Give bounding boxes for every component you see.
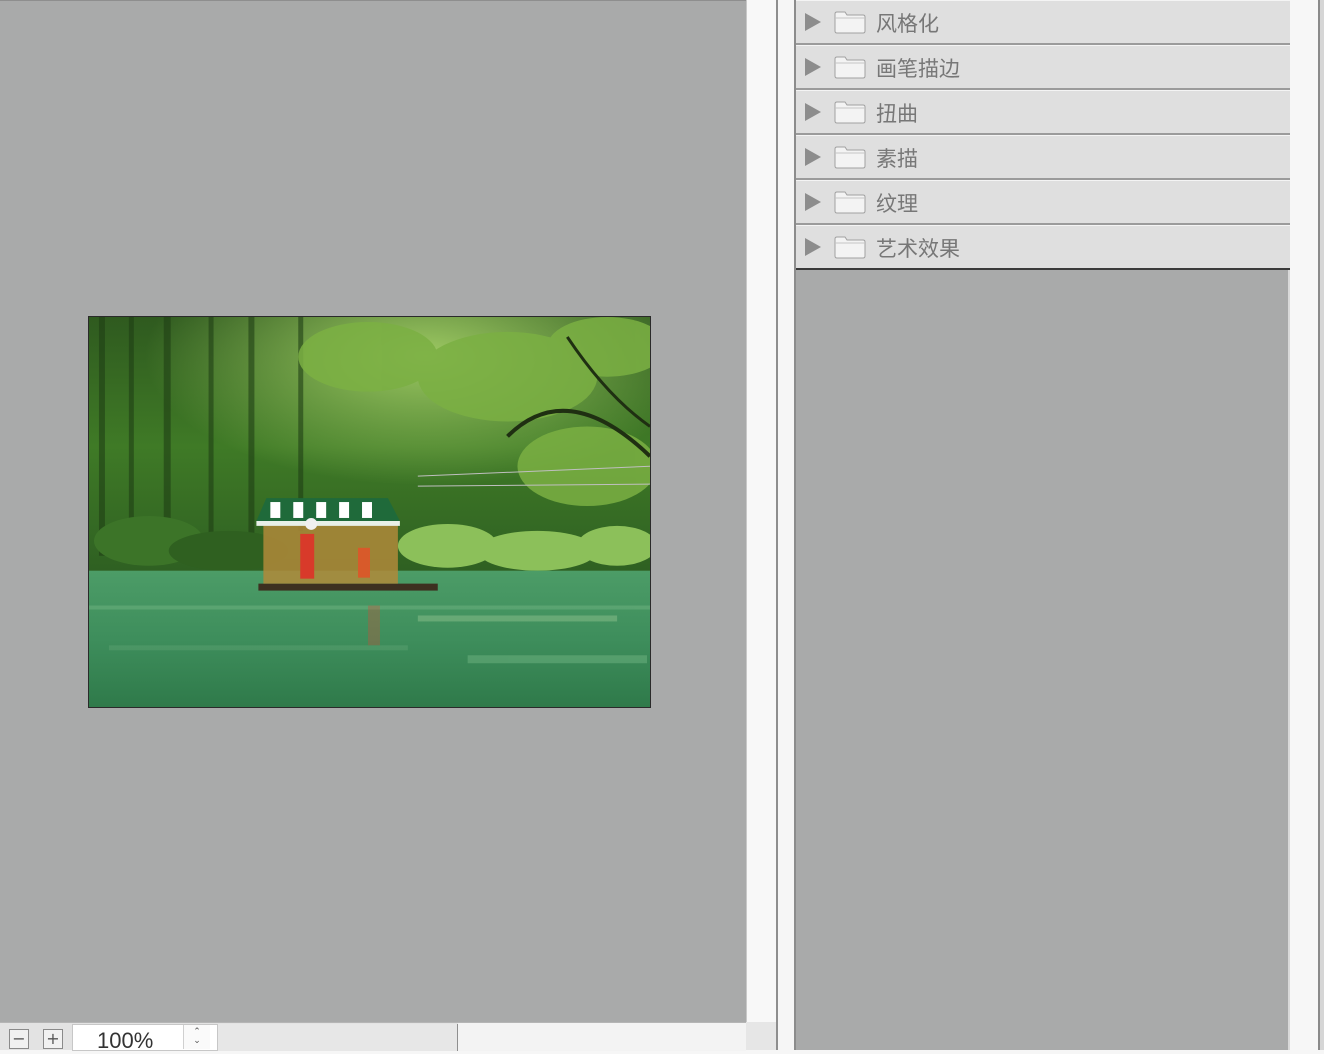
zoom-bar-empty xyxy=(458,1023,746,1051)
preview-image[interactable] xyxy=(88,316,651,708)
river-scene-image xyxy=(89,317,650,707)
folder-icon xyxy=(834,56,866,79)
right-panel-edge xyxy=(1290,0,1318,1050)
disclosure-triangle-icon[interactable] xyxy=(805,13,821,31)
zoom-level-field[interactable]: 100% ⌃ ⌄ xyxy=(72,1024,218,1053)
zoom-level-value: 100% xyxy=(97,1028,154,1053)
filter-folder-label: 艺术效果 xyxy=(876,237,960,261)
zoom-stepper[interactable]: ⌃ ⌄ xyxy=(183,1025,210,1049)
filter-folder-label: 纹理 xyxy=(876,192,918,216)
disclosure-triangle-icon[interactable] xyxy=(805,238,821,256)
filter-folder-label: 画笔描边 xyxy=(876,57,960,81)
stepper-down-icon[interactable]: ⌄ xyxy=(193,1037,201,1046)
divider-bottom xyxy=(746,1022,776,1050)
folder-icon xyxy=(834,191,866,214)
folder-icon xyxy=(834,101,866,124)
panel-divider[interactable] xyxy=(746,0,776,1050)
filter-folder-list: 风格化 画笔描边 扭曲 素描 纹理 艺术效果 xyxy=(796,0,1290,270)
filter-folder-texture[interactable]: 纹理 xyxy=(796,180,1290,225)
filter-folder-artistic[interactable]: 艺术效果 xyxy=(796,225,1290,270)
disclosure-triangle-icon[interactable] xyxy=(805,148,821,166)
filter-folder-label: 扭曲 xyxy=(876,102,918,126)
folder-icon xyxy=(834,236,866,259)
zoom-in-button[interactable]: + xyxy=(43,1029,63,1049)
right-edge-border xyxy=(1320,0,1324,1050)
filter-folder-label: 素描 xyxy=(876,147,918,171)
disclosure-triangle-icon[interactable] xyxy=(805,193,821,211)
disclosure-triangle-icon[interactable] xyxy=(805,103,821,121)
disclosure-triangle-icon[interactable] xyxy=(805,58,821,76)
filter-gallery-panel: 风格化 画笔描边 扭曲 素描 纹理 艺术效果 xyxy=(794,0,1290,1050)
zoom-bar: − + 100% ⌃ ⌄ xyxy=(0,1022,746,1053)
filter-folder-stylize[interactable]: 风格化 xyxy=(796,0,1290,45)
folder-icon xyxy=(834,11,866,34)
filter-folder-sketch[interactable]: 素描 xyxy=(796,135,1290,180)
filter-folder-label: 风格化 xyxy=(876,12,939,36)
zoom-out-button[interactable]: − xyxy=(9,1029,29,1049)
zoom-bar-spacer xyxy=(218,1024,458,1051)
filter-folder-brush-strokes[interactable]: 画笔描边 xyxy=(796,45,1290,90)
divider-line xyxy=(776,0,778,1050)
filter-preview-area xyxy=(0,0,746,1022)
filter-folder-distort[interactable]: 扭曲 xyxy=(796,90,1290,135)
folder-icon xyxy=(834,146,866,169)
